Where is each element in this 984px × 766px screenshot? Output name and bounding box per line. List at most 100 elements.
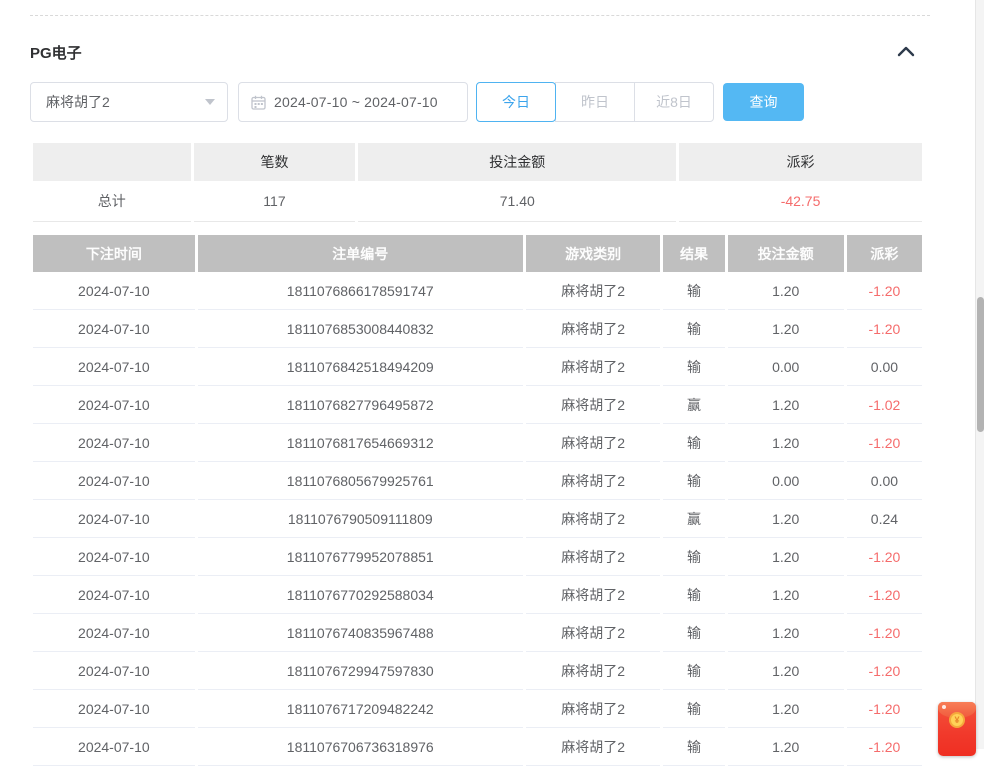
cell-game-type: 麻将胡了2 [526, 386, 661, 424]
cell-bet-date: 2024-07-10 [33, 614, 195, 652]
table-row: 2024-07-10 1811076706736318976 麻将胡了2 输 1… [33, 728, 922, 766]
cell-bet-date: 2024-07-10 [33, 310, 195, 348]
table-row: 2024-07-10 1811076790509111809 麻将胡了2 赢 1… [33, 500, 922, 538]
cell-bet-date: 2024-07-10 [33, 652, 195, 690]
cell-bet-id: 1811076706736318976 [198, 728, 523, 766]
cell-payout: -1.20 [847, 614, 922, 652]
cell-bet-id: 1811076779952078851 [198, 538, 523, 576]
cell-result: 输 [663, 272, 724, 310]
table-row: 2024-07-10 1811076866178591747 麻将胡了2 输 1… [33, 272, 922, 310]
cell-bet-date: 2024-07-10 [33, 424, 195, 462]
query-button[interactable]: 查询 [723, 83, 804, 121]
cell-payout: 0.00 [847, 348, 922, 386]
scrollbar-track[interactable] [975, 0, 984, 749]
cell-payout: -1.20 [847, 576, 922, 614]
summary-total-label: 总计 [33, 181, 191, 222]
cell-bet-amount: 1.20 [728, 310, 844, 348]
cell-bet-id: 1811076827796495872 [198, 386, 523, 424]
cell-bet-id: 1811076805679925761 [198, 462, 523, 500]
summary-header-count: 笔数 [194, 143, 356, 181]
cell-game-type: 麻将胡了2 [526, 424, 661, 462]
filter-toolbar: 麻将胡了2 2024-07-10 ~ 2024-07-10 今日 昨日 近8日 … [30, 82, 925, 122]
cell-payout: -1.20 [847, 538, 922, 576]
quick-date-button[interactable]: 近8日 [634, 82, 714, 122]
chevron-down-icon [205, 99, 215, 105]
calendar-icon [251, 95, 266, 110]
table-row: 2024-07-10 1811076853008440832 麻将胡了2 输 1… [33, 310, 922, 348]
col-header-bet-amount: 投注金额 [728, 235, 844, 272]
cell-bet-id: 1811076842518494209 [198, 348, 523, 386]
cell-bet-id: 1811076790509111809 [198, 500, 523, 538]
collapse-section-button[interactable] [895, 43, 917, 61]
cell-result: 输 [663, 728, 724, 766]
summary-payout-value: -42.75 [679, 181, 922, 222]
summary-total-row: 总计 117 71.40 -42.75 [33, 181, 922, 222]
cell-bet-date: 2024-07-10 [33, 272, 195, 310]
cell-bet-amount: 0.00 [728, 462, 844, 500]
cell-bet-amount: 1.20 [728, 500, 844, 538]
cell-bet-amount: 1.20 [728, 576, 844, 614]
cell-result: 输 [663, 348, 724, 386]
red-envelope-icon[interactable]: ¥ [938, 702, 976, 756]
game-select[interactable]: 麻将胡了2 [30, 82, 228, 122]
betting-records-panel: PG电子 麻将胡了2 2024-07-10 ~ 2024-07-10 今日 昨日 [30, 0, 925, 766]
cell-bet-date: 2024-07-10 [33, 386, 195, 424]
cell-game-type: 麻将胡了2 [526, 652, 661, 690]
cell-bet-date: 2024-07-10 [33, 538, 195, 576]
table-row: 2024-07-10 1811076827796495872 麻将胡了2 赢 1… [33, 386, 922, 424]
cell-bet-amount: 1.20 [728, 728, 844, 766]
cell-bet-id: 1811076853008440832 [198, 310, 523, 348]
cell-game-type: 麻将胡了2 [526, 500, 661, 538]
cell-bet-date: 2024-07-10 [33, 728, 195, 766]
cell-bet-amount: 1.20 [728, 690, 844, 728]
cell-payout: 0.00 [847, 462, 922, 500]
cell-result: 输 [663, 576, 724, 614]
cell-payout: -1.02 [847, 386, 922, 424]
col-header-bet-time: 下注时间 [33, 235, 195, 272]
cell-bet-amount: 0.00 [728, 348, 844, 386]
cell-bet-date: 2024-07-10 [33, 576, 195, 614]
table-row: 2024-07-10 1811076805679925761 麻将胡了2 输 0… [33, 462, 922, 500]
cell-game-type: 麻将胡了2 [526, 690, 661, 728]
section-header: PG电子 [30, 43, 925, 61]
cell-result: 输 [663, 462, 724, 500]
summary-table: 笔数 投注金额 派彩 总计 117 71.40 -42.75 [30, 143, 925, 222]
table-row: 2024-07-10 1811076779952078851 麻将胡了2 输 1… [33, 538, 922, 576]
col-header-bet-id: 注单编号 [198, 235, 523, 272]
cell-payout: 0.24 [847, 500, 922, 538]
cell-game-type: 麻将胡了2 [526, 462, 661, 500]
cell-bet-id: 1811076770292588034 [198, 576, 523, 614]
date-range-input[interactable]: 2024-07-10 ~ 2024-07-10 [238, 82, 468, 122]
cell-bet-id: 1811076717209482242 [198, 690, 523, 728]
cell-result: 输 [663, 310, 724, 348]
red-envelope-dot [942, 705, 946, 709]
cell-game-type: 麻将胡了2 [526, 576, 661, 614]
cell-bet-amount: 1.20 [728, 272, 844, 310]
cell-payout: -1.20 [847, 272, 922, 310]
cell-bet-id: 1811076866178591747 [198, 272, 523, 310]
table-row: 2024-07-10 1811076842518494209 麻将胡了2 输 0… [33, 348, 922, 386]
summary-count-value: 117 [194, 181, 356, 222]
cell-game-type: 麻将胡了2 [526, 348, 661, 386]
cell-bet-date: 2024-07-10 [33, 462, 195, 500]
cell-bet-date: 2024-07-10 [33, 500, 195, 538]
cell-bet-id: 1811076740835967488 [198, 614, 523, 652]
section-divider [30, 15, 930, 16]
col-header-game-type: 游戏类别 [526, 235, 661, 272]
cell-result: 输 [663, 690, 724, 728]
scrollbar-thumb[interactable] [977, 297, 984, 432]
cell-payout: -1.20 [847, 690, 922, 728]
cell-payout: -1.20 [847, 652, 922, 690]
col-header-result: 结果 [663, 235, 724, 272]
cell-game-type: 麻将胡了2 [526, 614, 661, 652]
table-row: 2024-07-10 1811076729947597830 麻将胡了2 输 1… [33, 652, 922, 690]
cell-result: 输 [663, 424, 724, 462]
cell-bet-amount: 1.20 [728, 652, 844, 690]
chevron-up-icon [897, 45, 915, 60]
cell-result: 输 [663, 614, 724, 652]
cell-bet-date: 2024-07-10 [33, 690, 195, 728]
quick-date-button[interactable]: 昨日 [555, 82, 635, 122]
cell-payout: -1.20 [847, 310, 922, 348]
summary-header-payout: 派彩 [679, 143, 922, 181]
quick-date-button[interactable]: 今日 [476, 82, 556, 122]
